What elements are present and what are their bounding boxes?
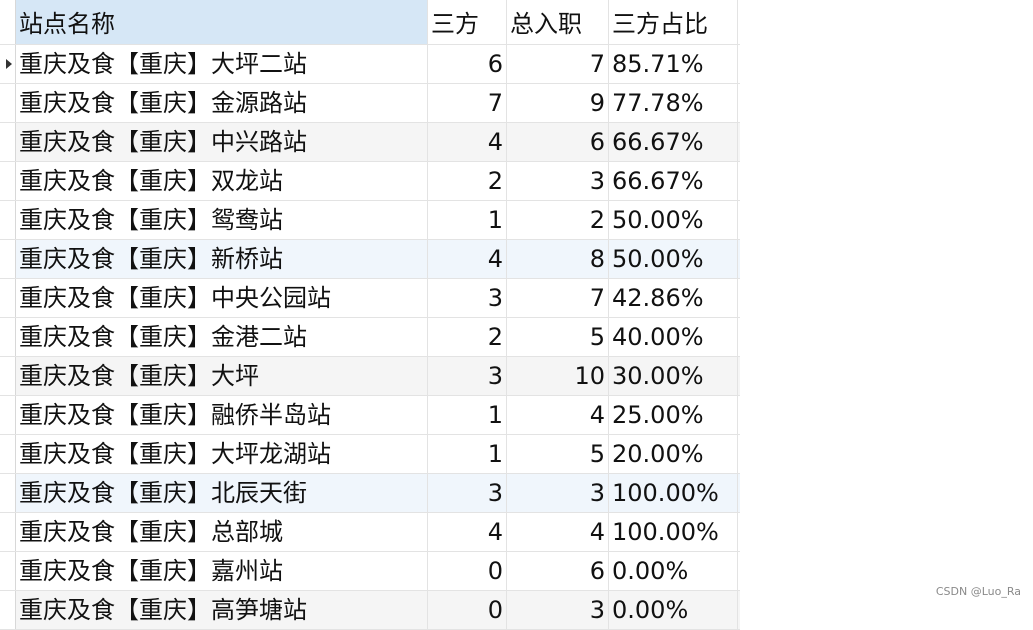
cell-ratio[interactable]: 20.00% bbox=[609, 435, 738, 473]
cell-third-party[interactable]: 4 bbox=[428, 513, 507, 551]
current-row-pointer-icon bbox=[6, 59, 12, 69]
cell-site-name[interactable]: 重庆及食【重庆】北辰天街 bbox=[16, 474, 428, 512]
cell-ratio[interactable]: 0.00% bbox=[609, 591, 738, 629]
cell-third-party[interactable]: 1 bbox=[428, 201, 507, 239]
row-selector[interactable] bbox=[0, 396, 16, 434]
cell-total-hired[interactable]: 5 bbox=[507, 318, 609, 356]
cell-site-name[interactable]: 重庆及食【重庆】大坪二站 bbox=[16, 45, 428, 83]
cell-ratio[interactable]: 30.00% bbox=[609, 357, 738, 395]
table-row[interactable]: 重庆及食【重庆】嘉州站 0 6 0.00% bbox=[0, 552, 740, 591]
row-selector[interactable] bbox=[0, 591, 16, 629]
cell-total-hired[interactable]: 9 bbox=[507, 84, 609, 122]
cell-site-name[interactable]: 重庆及食【重庆】金港二站 bbox=[16, 318, 428, 356]
row-selector[interactable] bbox=[0, 318, 16, 356]
table-row[interactable]: 重庆及食【重庆】高笋塘站 0 3 0.00% bbox=[0, 591, 740, 630]
cell-third-party[interactable]: 1 bbox=[428, 435, 507, 473]
cell-ratio[interactable]: 50.00% bbox=[609, 201, 738, 239]
cell-site-name[interactable]: 重庆及食【重庆】总部城 bbox=[16, 513, 428, 551]
row-selector[interactable] bbox=[0, 45, 16, 83]
table-row[interactable]: 重庆及食【重庆】大坪 3 10 30.00% bbox=[0, 357, 740, 396]
column-header-site-name[interactable]: 站点名称 bbox=[16, 0, 428, 44]
cell-total-hired[interactable]: 2 bbox=[507, 201, 609, 239]
watermark-text: CSDN @Luo_Ra bbox=[935, 585, 1021, 598]
cell-third-party[interactable]: 0 bbox=[428, 591, 507, 629]
cell-third-party[interactable]: 3 bbox=[428, 279, 507, 317]
row-selector[interactable] bbox=[0, 552, 16, 590]
table-row[interactable]: 重庆及食【重庆】大坪二站 6 7 85.71% bbox=[0, 45, 740, 84]
cell-site-name[interactable]: 重庆及食【重庆】中央公园站 bbox=[16, 279, 428, 317]
cell-site-name[interactable]: 重庆及食【重庆】中兴路站 bbox=[16, 123, 428, 161]
cell-third-party[interactable]: 3 bbox=[428, 357, 507, 395]
cell-third-party[interactable]: 7 bbox=[428, 84, 507, 122]
cell-ratio[interactable]: 100.00% bbox=[609, 474, 738, 512]
row-selector[interactable] bbox=[0, 279, 16, 317]
row-selector[interactable] bbox=[0, 357, 16, 395]
cell-third-party[interactable]: 1 bbox=[428, 396, 507, 434]
cell-total-hired[interactable]: 6 bbox=[507, 123, 609, 161]
cell-third-party[interactable]: 6 bbox=[428, 45, 507, 83]
cell-third-party[interactable]: 3 bbox=[428, 474, 507, 512]
cell-third-party[interactable]: 2 bbox=[428, 318, 507, 356]
cell-site-name[interactable]: 重庆及食【重庆】金源路站 bbox=[16, 84, 428, 122]
row-selector[interactable] bbox=[0, 474, 16, 512]
table-row[interactable]: 重庆及食【重庆】中央公园站 3 7 42.86% bbox=[0, 279, 740, 318]
grid-header-row: 站点名称 三方 总入职 三方占比 bbox=[0, 0, 740, 45]
cell-ratio[interactable]: 50.00% bbox=[609, 240, 738, 278]
cell-total-hired[interactable]: 5 bbox=[507, 435, 609, 473]
cell-total-hired[interactable]: 7 bbox=[507, 279, 609, 317]
results-grid: 站点名称 三方 总入职 三方占比 重庆及食【重庆】大坪二站 6 7 85.71%… bbox=[0, 0, 740, 630]
table-row[interactable]: 重庆及食【重庆】鸳鸯站 1 2 50.00% bbox=[0, 201, 740, 240]
cell-ratio[interactable]: 66.67% bbox=[609, 123, 738, 161]
cell-site-name[interactable]: 重庆及食【重庆】新桥站 bbox=[16, 240, 428, 278]
table-row[interactable]: 重庆及食【重庆】融侨半岛站 1 4 25.00% bbox=[0, 396, 740, 435]
cell-ratio[interactable]: 0.00% bbox=[609, 552, 738, 590]
cell-third-party[interactable]: 4 bbox=[428, 123, 507, 161]
cell-ratio[interactable]: 25.00% bbox=[609, 396, 738, 434]
cell-total-hired[interactable]: 7 bbox=[507, 45, 609, 83]
cell-ratio[interactable]: 100.00% bbox=[609, 513, 738, 551]
cell-third-party[interactable]: 4 bbox=[428, 240, 507, 278]
cell-ratio[interactable]: 66.67% bbox=[609, 162, 738, 200]
column-header-third-party-ratio[interactable]: 三方占比 bbox=[609, 0, 738, 44]
cell-ratio[interactable]: 85.71% bbox=[609, 45, 738, 83]
cell-site-name[interactable]: 重庆及食【重庆】大坪 bbox=[16, 357, 428, 395]
cell-site-name[interactable]: 重庆及食【重庆】嘉州站 bbox=[16, 552, 428, 590]
row-selector[interactable] bbox=[0, 513, 16, 551]
row-selector[interactable] bbox=[0, 123, 16, 161]
cell-third-party[interactable]: 0 bbox=[428, 552, 507, 590]
cell-third-party[interactable]: 2 bbox=[428, 162, 507, 200]
cell-total-hired[interactable]: 4 bbox=[507, 396, 609, 434]
cell-total-hired[interactable]: 10 bbox=[507, 357, 609, 395]
table-row[interactable]: 重庆及食【重庆】金源路站 7 9 77.78% bbox=[0, 84, 740, 123]
cell-site-name[interactable]: 重庆及食【重庆】融侨半岛站 bbox=[16, 396, 428, 434]
row-selector-header[interactable] bbox=[0, 0, 16, 44]
table-row[interactable]: 重庆及食【重庆】北辰天街 3 3 100.00% bbox=[0, 474, 740, 513]
cell-ratio[interactable]: 77.78% bbox=[609, 84, 738, 122]
cell-total-hired[interactable]: 3 bbox=[507, 591, 609, 629]
column-header-third-party[interactable]: 三方 bbox=[428, 0, 507, 44]
row-selector[interactable] bbox=[0, 240, 16, 278]
cell-total-hired[interactable]: 8 bbox=[507, 240, 609, 278]
cell-site-name[interactable]: 重庆及食【重庆】高笋塘站 bbox=[16, 591, 428, 629]
cell-site-name[interactable]: 重庆及食【重庆】鸳鸯站 bbox=[16, 201, 428, 239]
cell-total-hired[interactable]: 3 bbox=[507, 474, 609, 512]
cell-total-hired[interactable]: 4 bbox=[507, 513, 609, 551]
table-row[interactable]: 重庆及食【重庆】大坪龙湖站 1 5 20.00% bbox=[0, 435, 740, 474]
cell-ratio[interactable]: 42.86% bbox=[609, 279, 738, 317]
cell-site-name[interactable]: 重庆及食【重庆】大坪龙湖站 bbox=[16, 435, 428, 473]
cell-total-hired[interactable]: 3 bbox=[507, 162, 609, 200]
row-selector[interactable] bbox=[0, 84, 16, 122]
cell-site-name[interactable]: 重庆及食【重庆】双龙站 bbox=[16, 162, 428, 200]
table-row[interactable]: 重庆及食【重庆】双龙站 2 3 66.67% bbox=[0, 162, 740, 201]
table-row[interactable]: 重庆及食【重庆】金港二站 2 5 40.00% bbox=[0, 318, 740, 357]
table-row[interactable]: 重庆及食【重庆】新桥站 4 8 50.00% bbox=[0, 240, 740, 279]
row-selector[interactable] bbox=[0, 201, 16, 239]
row-selector[interactable] bbox=[0, 435, 16, 473]
cell-total-hired[interactable]: 6 bbox=[507, 552, 609, 590]
table-row[interactable]: 重庆及食【重庆】总部城 4 4 100.00% bbox=[0, 513, 740, 552]
cell-ratio[interactable]: 40.00% bbox=[609, 318, 738, 356]
row-selector[interactable] bbox=[0, 162, 16, 200]
column-header-total-hired[interactable]: 总入职 bbox=[507, 0, 609, 44]
table-row[interactable]: 重庆及食【重庆】中兴路站 4 6 66.67% bbox=[0, 123, 740, 162]
